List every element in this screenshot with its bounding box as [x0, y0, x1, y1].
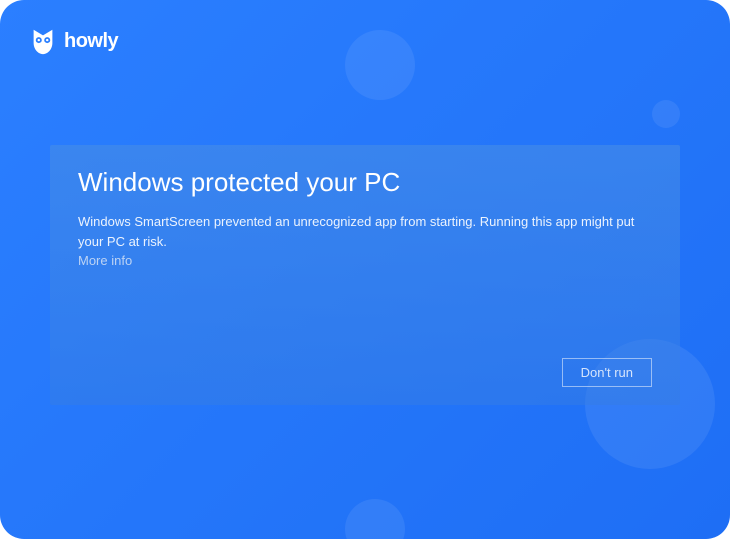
dialog-title: Windows protected your PC — [78, 167, 652, 198]
decorative-circle — [652, 100, 680, 128]
decorative-circle — [345, 499, 405, 539]
brand-name: howly — [64, 30, 118, 53]
owl-icon — [28, 26, 58, 56]
more-info-link[interactable]: More info — [78, 253, 652, 268]
background-container: howly Windows protected your PC Windows … — [0, 0, 730, 539]
dont-run-button[interactable]: Don't run — [562, 358, 652, 387]
decorative-circle — [345, 30, 415, 100]
brand-logo: howly — [28, 26, 118, 56]
smartscreen-dialog: Windows protected your PC Windows SmartS… — [50, 145, 680, 405]
dialog-message: Windows SmartScreen prevented an unrecog… — [78, 212, 652, 251]
dialog-footer: Don't run — [78, 358, 652, 387]
